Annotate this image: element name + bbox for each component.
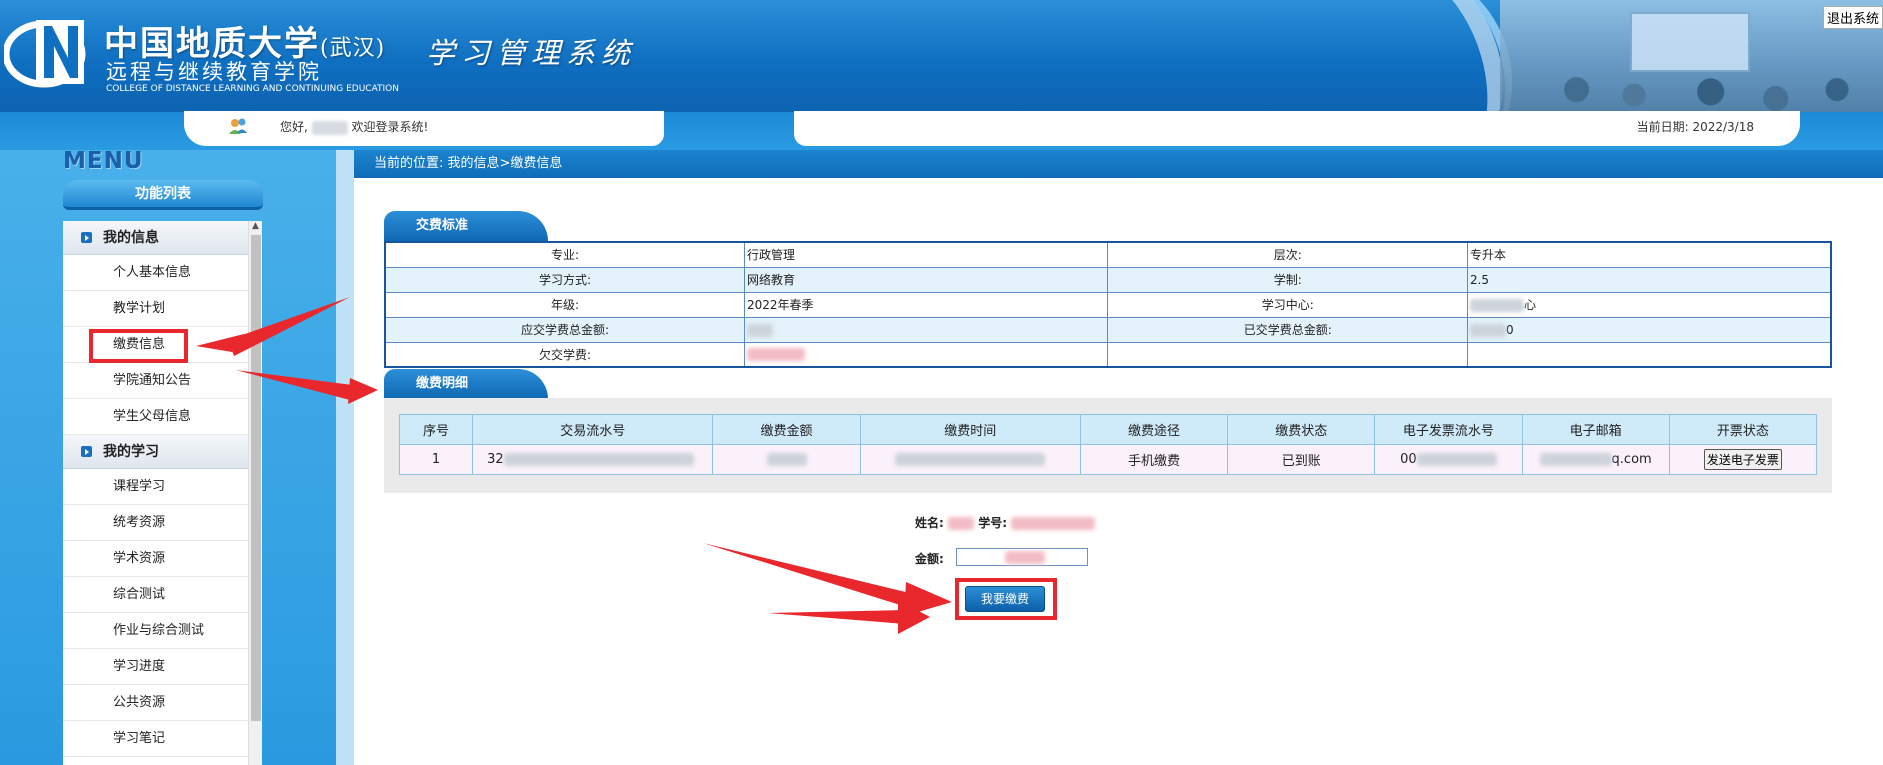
annotation-arrow xyxy=(768,610,905,624)
annotation-arrow xyxy=(703,543,922,610)
annotation-arrow xyxy=(348,378,378,404)
annotation-arrow xyxy=(236,370,360,400)
annotation-arrow xyxy=(228,297,350,356)
annotation-arrows xyxy=(196,297,952,634)
